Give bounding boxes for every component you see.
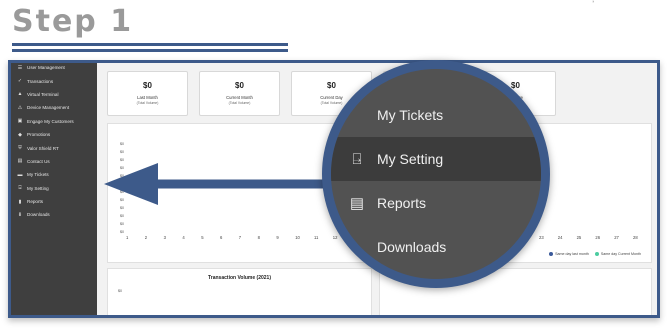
zoom-item-downloads[interactable]: Downloads bbox=[331, 225, 541, 269]
zoom-item-label: Downloads bbox=[377, 239, 447, 255]
reports-icon: ▤ bbox=[349, 195, 365, 212]
zoom-magnifier: My Tickets ⍈ My Setting ▤ Reports Download… bbox=[322, 60, 550, 288]
zoom-item-label: My Setting bbox=[377, 151, 444, 167]
zoom-item-label: Reports bbox=[377, 195, 427, 211]
zoom-item-my-tickets[interactable]: My Tickets bbox=[331, 93, 541, 137]
zoom-item-label: My Tickets bbox=[377, 107, 444, 123]
arrow-head bbox=[104, 163, 158, 205]
zoom-item-my-setting[interactable]: ⍈ My Setting bbox=[331, 137, 541, 181]
zoom-item-reports[interactable]: ▤ Reports bbox=[331, 181, 541, 225]
settings-icon: ⍈ bbox=[352, 150, 362, 168]
